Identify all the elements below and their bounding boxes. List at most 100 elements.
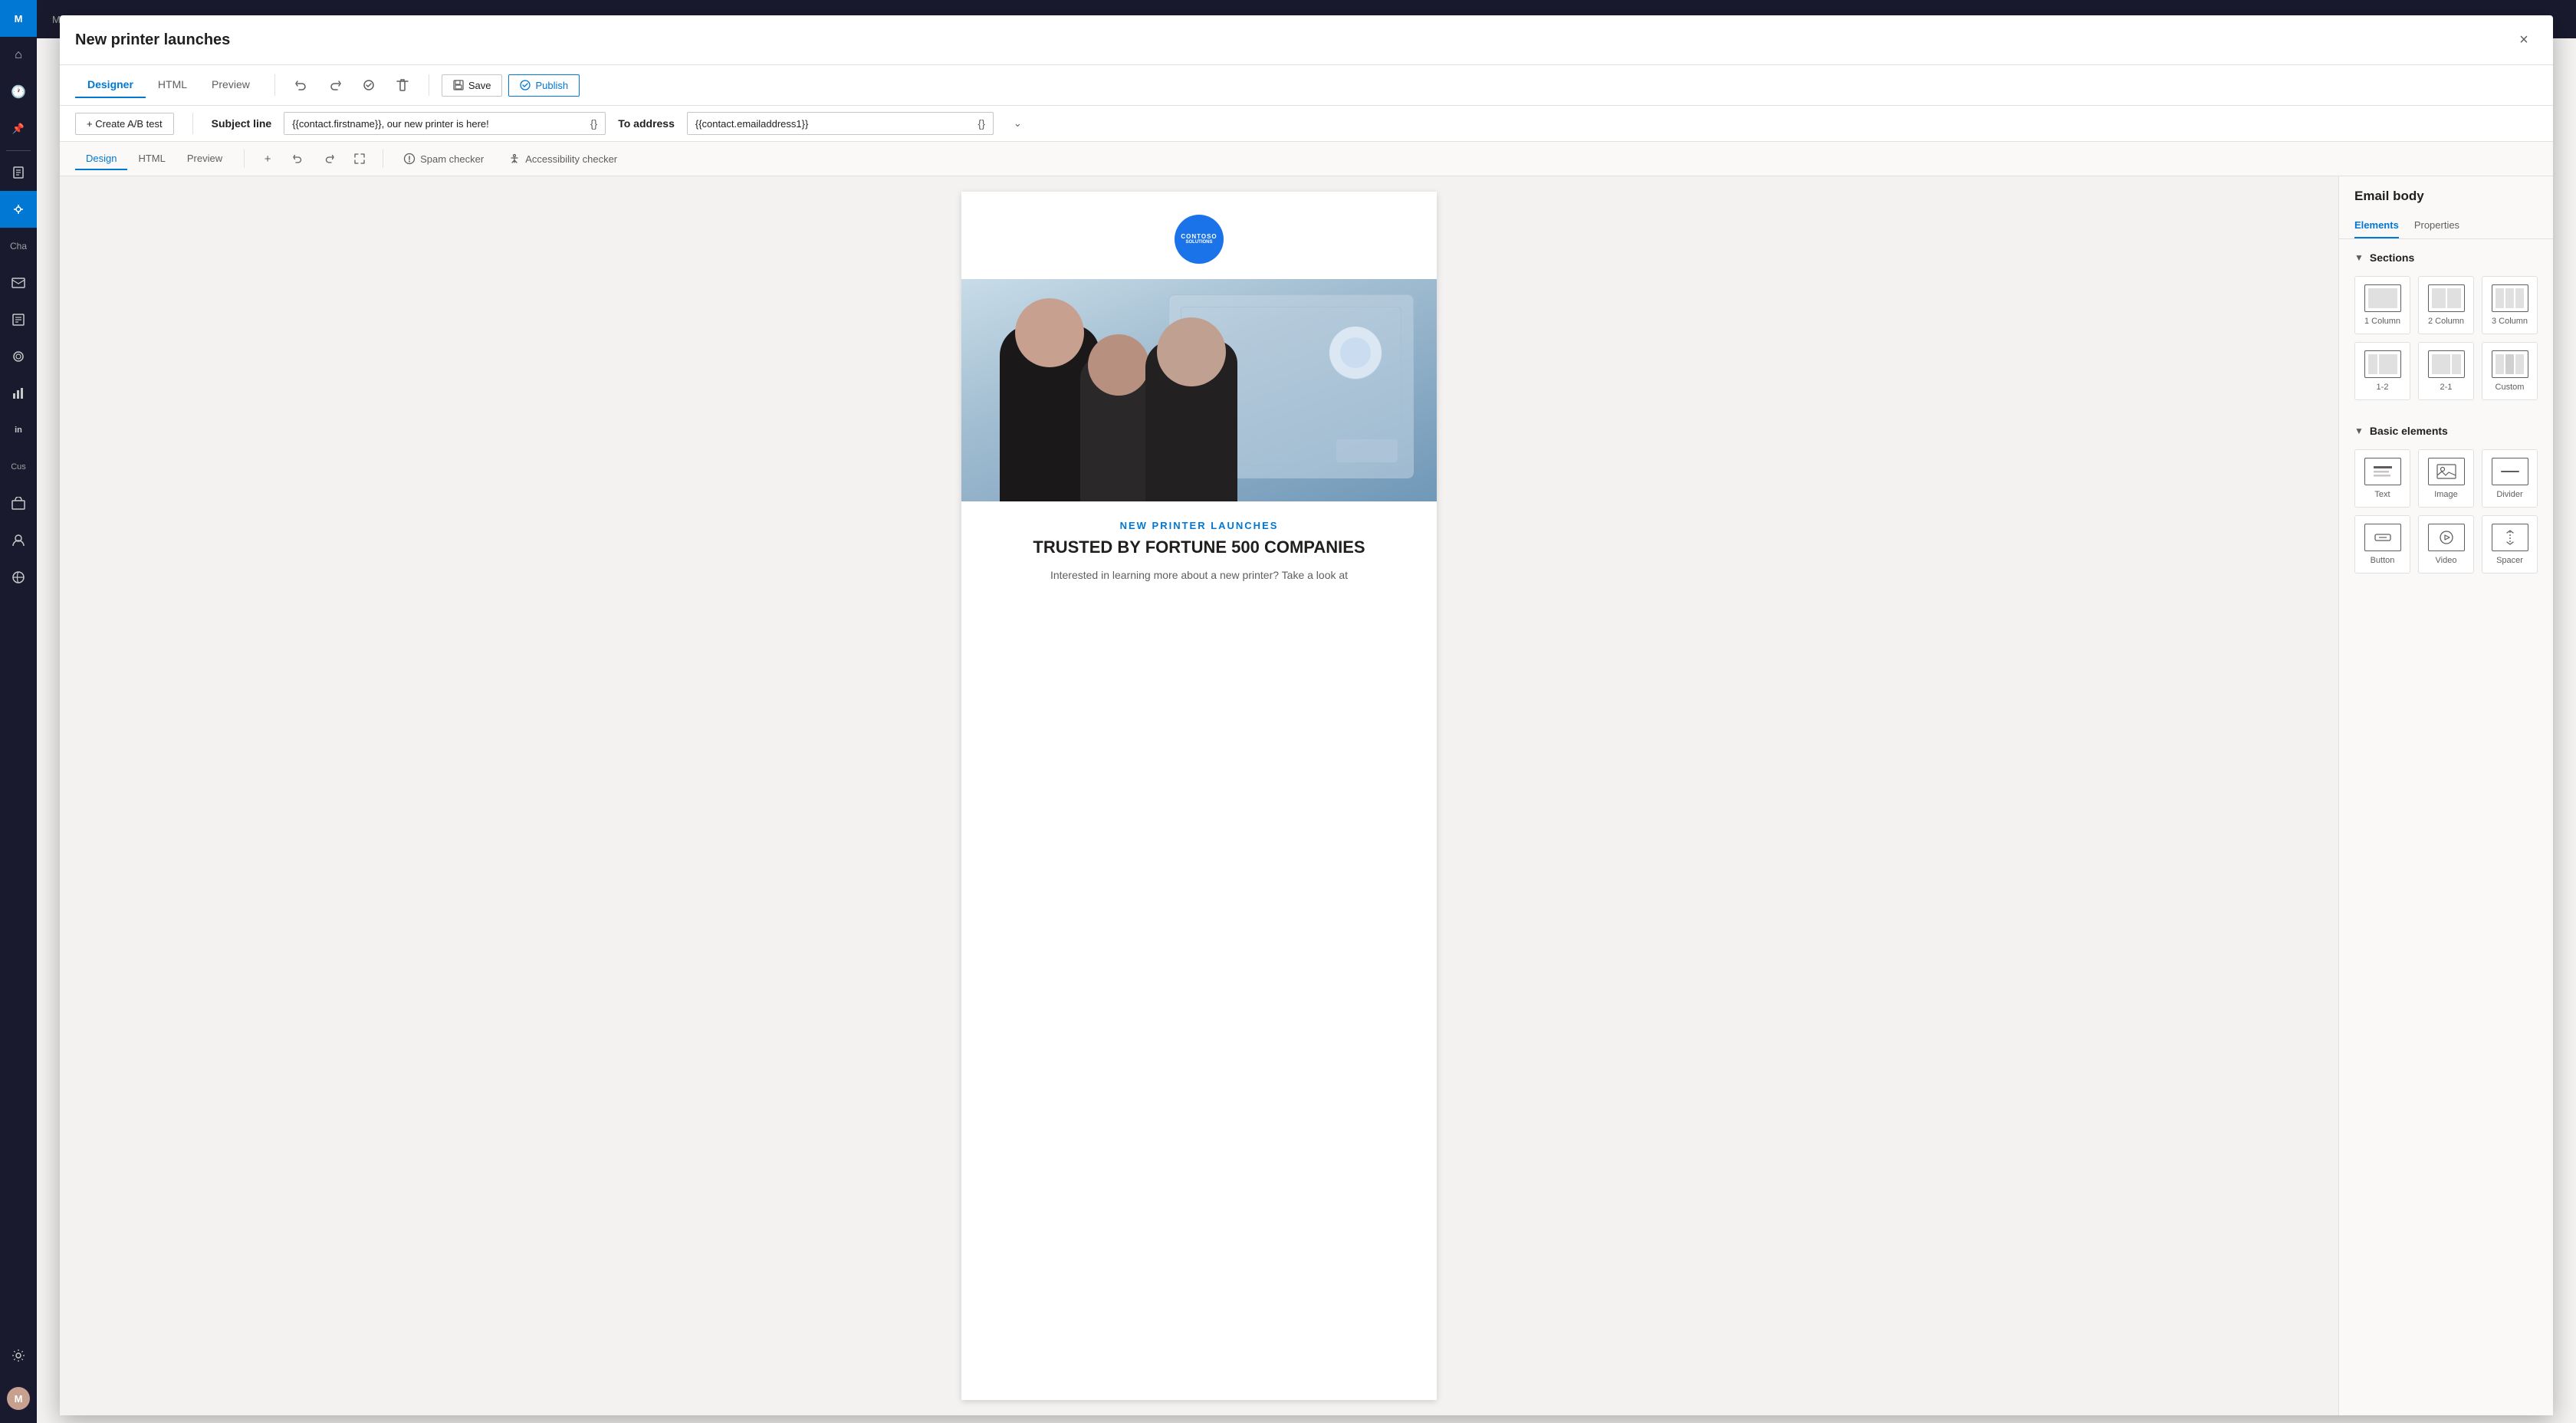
subject-input[interactable]: [284, 113, 583, 134]
basic-elements-panel: ▼ Basic elements Text: [2339, 425, 2553, 586]
to-template-icon[interactable]: {}: [971, 113, 993, 134]
publish-button[interactable]: Publish: [508, 74, 580, 97]
redo-button[interactable]: [321, 71, 349, 99]
sidebar-item-channels[interactable]: Cha: [0, 228, 37, 265]
sidebar-item-user[interactable]: [0, 522, 37, 559]
to-input[interactable]: [688, 113, 971, 134]
tab-properties[interactable]: Properties: [2414, 213, 2459, 238]
element-divider[interactable]: Divider: [2482, 449, 2538, 508]
sidebar-item-journeys[interactable]: [0, 191, 37, 228]
video-icon: [2428, 524, 2465, 551]
tab-preview[interactable]: Preview: [199, 72, 262, 98]
accessibility-checker-label: Accessibility checker: [525, 153, 617, 165]
button-icon: [2364, 524, 2401, 551]
section-3col[interactable]: 3 Column: [2482, 276, 2538, 334]
sidebar-item-email[interactable]: [0, 265, 37, 301]
toolbar-separator-1: [274, 74, 275, 96]
basic-elements-label: Basic elements: [2370, 425, 2448, 437]
subject-template-icon[interactable]: {}: [583, 113, 605, 134]
design-tab-html[interactable]: HTML: [127, 148, 176, 170]
2-1-label: 2-1: [2440, 383, 2453, 392]
expand-canvas-button[interactable]: [347, 146, 372, 171]
design-tab-preview[interactable]: Preview: [176, 148, 233, 170]
email-logo-text: CONTOSO SOLUTIONS: [1181, 233, 1217, 246]
tab-designer[interactable]: Designer: [75, 72, 146, 98]
expand-button[interactable]: ⌄: [1006, 113, 1030, 134]
modal-close-button[interactable]: ×: [2510, 26, 2538, 54]
2col-icon: [2428, 284, 2465, 312]
sidebar-item-assets[interactable]: [0, 485, 37, 522]
ai-button[interactable]: [355, 71, 383, 99]
sections-header[interactable]: ▼ Sections: [2354, 251, 2538, 264]
spam-checker-label: Spam checker: [420, 153, 484, 165]
spam-checker-button[interactable]: Spam checker: [394, 149, 493, 169]
modal-title: New printer launches: [75, 31, 230, 60]
sections-collapse-icon: ▼: [2354, 252, 2364, 263]
sidebar-item-settings[interactable]: [0, 1337, 37, 1374]
element-image[interactable]: Image: [2418, 449, 2474, 508]
divider-icon: [2492, 458, 2528, 485]
divider-label: Divider: [2496, 490, 2522, 499]
create-ab-button[interactable]: + Create A/B test: [75, 113, 174, 135]
create-ab-label: + Create A/B test: [87, 118, 163, 130]
view-tabs: Designer HTML Preview: [75, 72, 262, 98]
sidebar-item-websites[interactable]: [0, 559, 37, 596]
design-redo-button[interactable]: [317, 146, 341, 171]
custom-icon: [2492, 350, 2528, 378]
main-toolbar: Designer HTML Preview: [60, 65, 2553, 106]
2-1-icon: [2428, 350, 2465, 378]
element-button[interactable]: Button: [2354, 515, 2410, 573]
sidebar-avatar[interactable]: M: [0, 1380, 37, 1417]
tab-html[interactable]: HTML: [146, 72, 199, 98]
section-1col[interactable]: 1 Column: [2354, 276, 2410, 334]
save-button[interactable]: Save: [442, 74, 503, 97]
section-1-2[interactable]: 1-2: [2354, 342, 2410, 400]
basic-collapse-icon: ▼: [2354, 426, 2364, 436]
person-3: [1145, 340, 1237, 501]
element-text[interactable]: Text: [2354, 449, 2410, 508]
email-heading: TRUSTED BY FORTUNE 500 COMPANIES: [961, 537, 1437, 567]
tab-elements[interactable]: Elements: [2354, 213, 2399, 238]
design-undo-button[interactable]: [286, 146, 310, 171]
section-custom[interactable]: Custom: [2482, 342, 2538, 400]
section-2-1[interactable]: 2-1: [2418, 342, 2474, 400]
to-address-label: To address: [618, 117, 675, 130]
section-2col[interactable]: 2 Column: [2418, 276, 2474, 334]
app-logo[interactable]: M: [0, 0, 37, 37]
add-element-button[interactable]: +: [255, 146, 280, 171]
spacer-icon: [2492, 524, 2528, 551]
image-label: Image: [2434, 490, 2458, 499]
image-icon: [2428, 458, 2465, 485]
sections-grid: 1 Column 2 Column: [2354, 276, 2538, 400]
email-canvas-area[interactable]: CONTOSO SOLUTIONS: [60, 176, 2338, 1415]
sidebar-item-home[interactable]: ⌂: [0, 37, 37, 74]
accessibility-checker-button[interactable]: Accessibility checker: [499, 149, 626, 169]
sidebar-item-recent[interactable]: 🕐: [0, 74, 37, 110]
sidebar-item-forms[interactable]: [0, 301, 37, 338]
sidebar-item-pin[interactable]: 📌: [0, 110, 37, 147]
design-tabs: Design HTML Preview: [75, 148, 233, 170]
3col-label: 3 Column: [2492, 317, 2528, 326]
email-logo-area: CONTOSO SOLUTIONS: [961, 192, 1437, 279]
sidebar-item-custom[interactable]: Cus: [0, 449, 37, 485]
1col-icon: [2364, 284, 2401, 312]
sidebar-item-insights[interactable]: [0, 375, 37, 412]
panel-title: Email body: [2339, 176, 2553, 213]
sidebar-item-contacts[interactable]: [0, 154, 37, 191]
delete-button[interactable]: [389, 71, 416, 99]
panel-tabs: Elements Properties: [2339, 213, 2553, 239]
sidebar-item-linkedin[interactable]: in: [0, 412, 37, 449]
editor-body: CONTOSO SOLUTIONS: [60, 176, 2553, 1415]
sidebar-item-segments[interactable]: [0, 338, 37, 375]
email-logo: CONTOSO SOLUTIONS: [1175, 215, 1224, 264]
to-input-wrap: {}: [687, 112, 994, 135]
basic-elements-header[interactable]: ▼ Basic elements: [2354, 425, 2538, 437]
sections-header-label: Sections: [2370, 251, 2414, 264]
design-tab-design[interactable]: Design: [75, 148, 127, 170]
element-video[interactable]: Video: [2418, 515, 2474, 573]
email-canvas: CONTOSO SOLUTIONS: [961, 192, 1437, 1400]
modal-header: New printer launches ×: [60, 15, 2553, 65]
sections-panel: ▼ Sections 1 Column: [2339, 239, 2553, 425]
element-spacer[interactable]: Spacer: [2482, 515, 2538, 573]
undo-button[interactable]: [288, 71, 315, 99]
